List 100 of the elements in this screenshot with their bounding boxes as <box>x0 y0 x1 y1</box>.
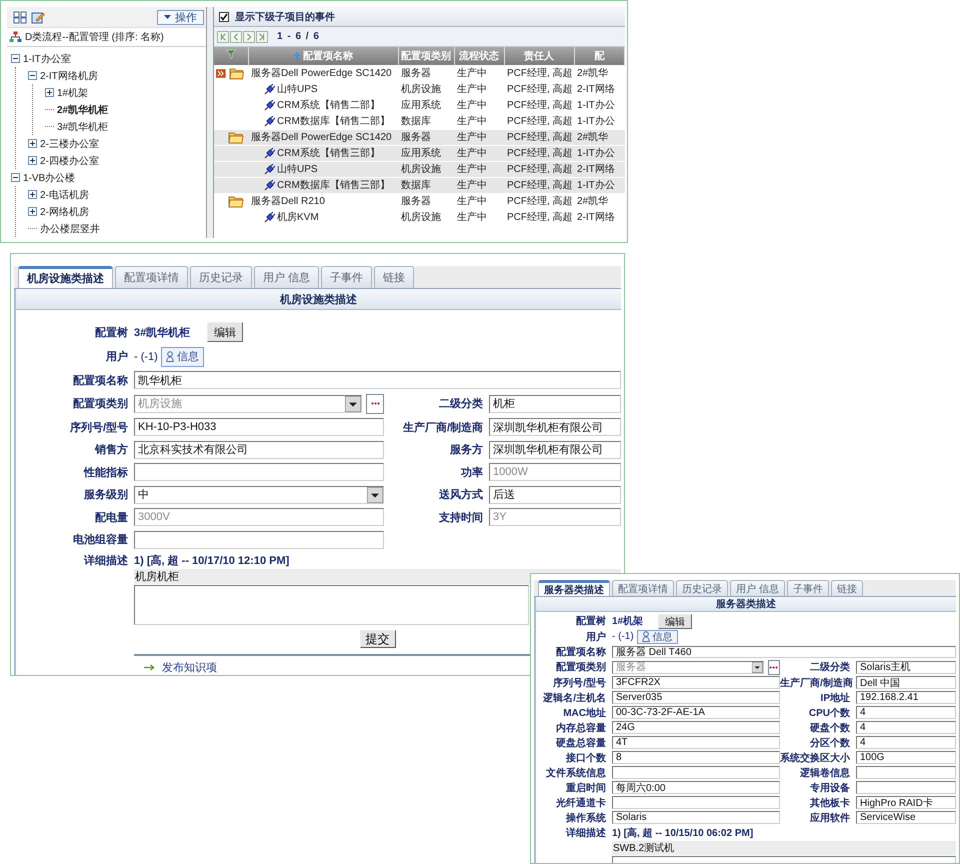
tree-item[interactable]: 2-电话机房 <box>40 188 89 202</box>
text-field[interactable]: 服务器 Dell T460 <box>612 646 956 658</box>
field-label: 配置项名称 <box>72 374 129 388</box>
info-button[interactable]: 信息 <box>160 346 204 366</box>
tree-item[interactable]: 1-VB办公楼 <box>23 170 76 184</box>
table-cell: 1-IT办公 <box>574 177 624 193</box>
text-field[interactable]: Dell 中国 <box>856 676 956 689</box>
tab[interactable]: 链接 <box>374 266 414 288</box>
item-name: 服务器Dell PowerEdge SC1420 <box>251 67 392 80</box>
text-field[interactable]: 每周六0:00 <box>612 781 780 794</box>
edit-button[interactable]: 编辑 <box>658 614 692 628</box>
text-field[interactable]: 4T <box>612 736 780 749</box>
field-label: 系统交换区大小 <box>780 751 851 764</box>
text-field[interactable]: ServiceWise <box>856 811 956 824</box>
item-name: 服务器Dell R210 <box>251 195 325 208</box>
tree-item[interactable]: 1#机架 <box>57 86 88 100</box>
item-name: CRM系统【销售二部】 <box>277 98 380 112</box>
field-label: 性能指标 <box>82 466 129 480</box>
text-field[interactable]: Solaris主机 <box>856 661 956 674</box>
text-field[interactable]: 100G <box>856 751 956 764</box>
field-label: 重启时间 <box>565 781 607 794</box>
text-field[interactable]: 8 <box>612 751 780 764</box>
table-cell: 生产中 <box>454 145 504 161</box>
column-title: 配置项名称 <box>303 50 353 63</box>
field-label: 服务级别 <box>82 488 129 502</box>
publish-link[interactable]: 发布知识项 <box>162 660 217 675</box>
field-label: 操作系统 <box>564 812 607 824</box>
tab[interactable]: 链接 <box>830 580 863 596</box>
field-label: CPU个数 <box>808 706 851 720</box>
tab[interactable]: 配置项详情 <box>612 580 674 596</box>
info-button[interactable]: 信息 <box>636 630 678 644</box>
field-label: MAC地址 <box>562 706 607 720</box>
field-label: 配置项类别 <box>555 660 607 674</box>
field-label: IP地址 <box>820 692 851 704</box>
tree-item[interactable]: 2-三楼办公室 <box>40 136 99 150</box>
tree-item[interactable]: 办公楼层竖井 <box>40 222 100 236</box>
table-cell: PCF经理, 高超 <box>504 129 574 145</box>
field-label: 用户 <box>104 350 129 364</box>
page-counter: 1 - 6 / 6 <box>277 31 320 42</box>
field-label: 文件系统信息 <box>545 766 607 780</box>
text-field[interactable]: 24G <box>612 721 780 734</box>
field-label: 配置树 <box>94 326 129 340</box>
text-field[interactable]: 3FCFR2X <box>612 676 780 689</box>
table-cell: 生产中 <box>454 129 504 145</box>
field-label: 配置项类别 <box>72 396 129 411</box>
item-name: CRM数据库【销售二部】 <box>277 114 390 128</box>
tab[interactable]: 历史记录 <box>676 580 728 596</box>
tab[interactable]: 配置项详情 <box>115 266 188 288</box>
table-cell: 生产中 <box>454 161 504 177</box>
tab[interactable]: 机房设施类描述 <box>18 266 113 288</box>
tree-item[interactable]: 2#凯华机柜 <box>57 102 108 116</box>
field-label: 销售方 <box>94 442 129 457</box>
action-button[interactable]: 操作 <box>157 10 204 24</box>
text-field[interactable]: Solaris <box>612 811 780 824</box>
tree-item[interactable]: 2-IT网络机房 <box>40 68 98 82</box>
table-cell: 数据库 <box>398 177 454 193</box>
text-field[interactable]: 深圳凯华机柜有限公司 <box>489 418 621 436</box>
select-field[interactable]: 中 <box>134 486 384 504</box>
tree-item[interactable]: 1-IT办公室 <box>23 52 71 66</box>
text-field[interactable]: HighPro RAID卡 <box>856 796 956 809</box>
text-field[interactable]: 凯华机柜 <box>134 371 621 389</box>
table-cell: PCF经理, 高超 <box>504 161 574 177</box>
text-field[interactable]: 机柜 <box>489 394 621 412</box>
tab[interactable]: 历史记录 <box>190 266 252 288</box>
checkbox-label: 显示下级子项目的事件 <box>235 10 335 24</box>
tree-title: D类流程--配置管理 (排序: 名称) <box>25 30 164 44</box>
edit-button[interactable]: 编辑 <box>206 322 243 342</box>
comment-header: 1) [高, 超 -- 10/15/10 06:02 PM] <box>612 826 754 840</box>
field-label: 服务方 <box>448 442 484 457</box>
tree-item[interactable]: 2-四楼办公室 <box>40 154 99 168</box>
field-label: 电池组容量 <box>72 532 129 547</box>
table-cell: 2#凯华 <box>574 129 624 145</box>
table-cell: 2-IT网络 <box>574 161 624 177</box>
text-field[interactable]: 北京科实技术有限公司 <box>134 440 384 458</box>
field-label: 详细描述 <box>82 554 129 568</box>
item-name: 服务器Dell PowerEdge SC1420 <box>251 131 392 144</box>
text-field[interactable]: 4 <box>856 706 956 719</box>
item-name: 山特UPS <box>277 162 318 176</box>
text-field[interactable]: KH-10-P3-H033 <box>134 418 384 436</box>
text-field[interactable]: 深圳凯华机柜有限公司 <box>489 440 621 458</box>
tree-item[interactable]: 2-网络机房 <box>40 204 89 218</box>
text-field[interactable]: 4 <box>856 721 956 734</box>
comment-text: SWB.2测试机 <box>612 840 956 854</box>
item-name: 机房KVM <box>277 210 319 224</box>
tree-item[interactable]: 3#凯华机柜 <box>57 120 108 134</box>
tab[interactable]: 子事件 <box>321 266 372 288</box>
tab[interactable]: 用户 信息 <box>254 266 320 288</box>
field-label: 二级分类 <box>809 660 851 674</box>
tab[interactable]: 服务器类描述 <box>538 580 610 596</box>
text-field[interactable]: 192.168.2.41 <box>856 691 956 704</box>
text-field[interactable]: 后送 <box>489 486 621 504</box>
field-label: 配电量 <box>94 510 129 524</box>
text-field[interactable]: 00-3C-73-2F-AE-1A <box>612 706 780 719</box>
field-label: 详细描述 <box>564 826 607 840</box>
field-label: 应用软件 <box>809 811 851 824</box>
tab[interactable]: 子事件 <box>786 580 829 596</box>
text-field[interactable]: Server035 <box>612 691 780 704</box>
submit-button[interactable]: 提交 <box>360 630 396 648</box>
tab[interactable]: 用户 信息 <box>730 580 785 596</box>
text-field[interactable]: 4 <box>856 736 956 749</box>
